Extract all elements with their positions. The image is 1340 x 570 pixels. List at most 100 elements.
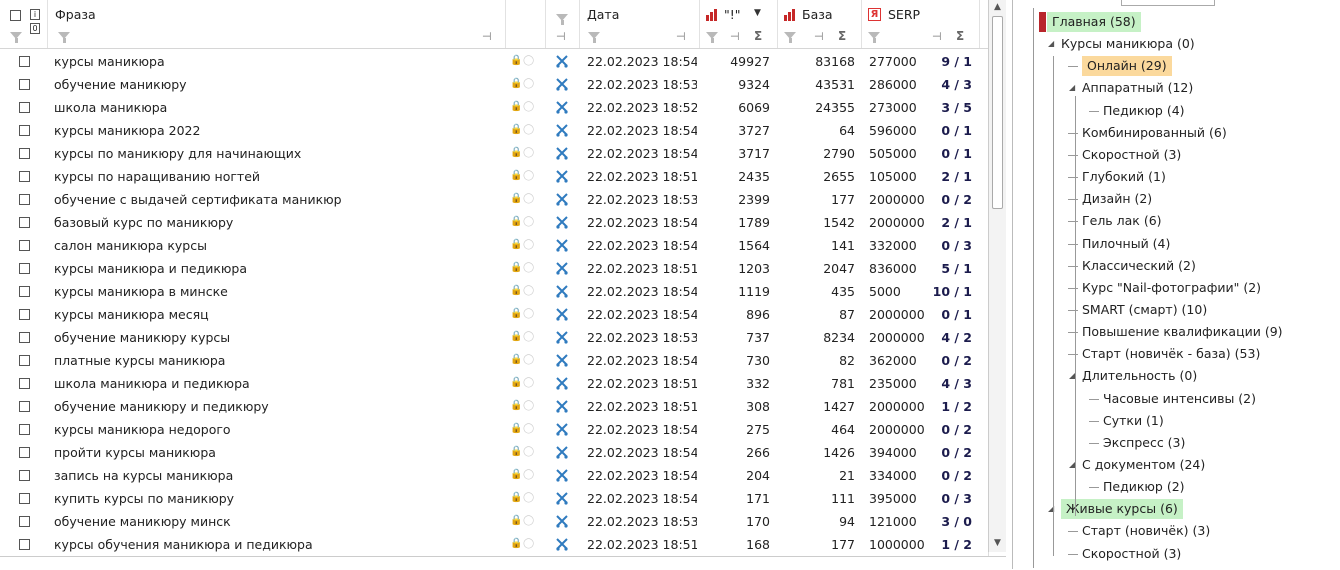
shield-icon[interactable]: ◯: [523, 446, 534, 457]
tree-node[interactable]: С документом (24): [1082, 455, 1205, 475]
row-checkbox[interactable]: [19, 194, 30, 205]
funnel-icon[interactable]: [706, 32, 718, 43]
lock-icon[interactable]: 🔒: [510, 308, 522, 319]
pin-icon[interactable]: ⊣: [556, 30, 566, 43]
sigma-icon[interactable]: Σ: [838, 29, 846, 43]
tree-node[interactable]: Аппаратный (12): [1082, 78, 1193, 98]
info-column-icon[interactable]: i: [30, 9, 40, 20]
funnel-icon[interactable]: [58, 32, 70, 43]
serp-scissors-icon[interactable]: [555, 330, 569, 344]
table-row[interactable]: запись на курсы маникюра 🔒 ◯ 22.02.2023 18:…: [0, 464, 988, 487]
row-checkbox[interactable]: [19, 401, 30, 412]
lock-icon[interactable]: 🔒: [510, 193, 522, 204]
table-row[interactable]: обучение с выдачей сертификата маникюр 🔒 ◯…: [0, 188, 988, 211]
lock-icon[interactable]: 🔒: [510, 492, 522, 503]
table-row[interactable]: базовый курс по маникюру 🔒 ◯ 22.02.2023 18:…: [0, 211, 988, 234]
shield-icon[interactable]: ◯: [523, 400, 534, 411]
shield-icon[interactable]: ◯: [523, 147, 534, 158]
serp-scissors-icon[interactable]: [555, 445, 569, 459]
pin-icon[interactable]: ⊣: [730, 30, 740, 43]
row-checkbox[interactable]: [19, 217, 30, 228]
row-checkbox[interactable]: [19, 447, 30, 458]
serp-scissors-icon[interactable]: [555, 192, 569, 206]
lock-icon[interactable]: 🔒: [510, 400, 522, 411]
table-row[interactable]: школа маникюра и педикюра 🔒 ◯ 22.02.2023 18…: [0, 372, 988, 395]
funnel-icon[interactable]: [588, 32, 600, 43]
expand-arrow-icon[interactable]: ◢: [1048, 39, 1054, 48]
tree-node[interactable]: Сутки (1): [1103, 411, 1164, 431]
row-checkbox[interactable]: [19, 378, 30, 389]
funnel-icon[interactable]: [868, 32, 880, 43]
tree-node[interactable]: Курс "Nail-фотографии" (2): [1082, 278, 1261, 298]
table-row[interactable]: школа маникюра 🔒◯ 22.02.2023 18:52:47 6069 2…: [0, 96, 988, 119]
tree-node[interactable]: Глубокий (1): [1082, 167, 1166, 187]
serp-scissors-icon[interactable]: [555, 146, 569, 160]
shield-icon[interactable]: ◯: [523, 469, 534, 480]
pin-icon[interactable]: ⊣: [932, 30, 942, 43]
table-row[interactable]: обучение маникюру 🔒◯ 22.02.2023 18:53:28 93…: [0, 73, 988, 96]
shield-icon[interactable]: ◯: [523, 78, 534, 89]
row-checkbox[interactable]: [19, 493, 30, 504]
exclam-column-header[interactable]: "!" ▼ ⊣ Σ: [700, 0, 778, 48]
sigma-icon[interactable]: Σ: [754, 29, 762, 43]
funnel-icon[interactable]: [10, 32, 22, 43]
table-row[interactable]: обучение маникюру курсы 🔒 ◯ 22.02.2023 18:5…: [0, 326, 988, 349]
table-row[interactable]: курсы по наращиванию ногтей 🔒 ◯ 22.02.2023 …: [0, 165, 988, 188]
tree-node[interactable]: Живые курсы (6): [1061, 499, 1183, 520]
tree-node[interactable]: Гель лак (6): [1082, 211, 1162, 231]
serp-scissors-icon[interactable]: [555, 169, 569, 183]
serp-column-header[interactable]: Я SERP ⊣ Σ: [862, 0, 980, 48]
lock-icon[interactable]: 🔒: [510, 239, 522, 250]
expand-arrow-icon[interactable]: ◢: [1069, 83, 1075, 92]
table-row[interactable]: курсы по маникюру для начинающих 🔒 ◯ 22.02.…: [0, 142, 988, 165]
table-row[interactable]: обучение маникюру и педикюру 🔒 ◯ 22.02.2023…: [0, 395, 988, 418]
lock-icon[interactable]: 🔒: [510, 538, 522, 549]
serp-scissors-icon[interactable]: [555, 261, 569, 275]
scroll-up-icon[interactable]: ▲: [992, 2, 1003, 13]
serp-scissors-icon[interactable]: [555, 491, 569, 505]
table-row[interactable]: салон маникюра курсы 🔒◯ 22.02.2023 18:54:2…: [0, 234, 988, 257]
serp-scissors-icon[interactable]: [555, 514, 569, 528]
row-checkbox[interactable]: [19, 56, 30, 67]
row-checkbox[interactable]: [19, 516, 30, 527]
shield-icon[interactable]: ◯: [523, 124, 534, 135]
tree-node[interactable]: Дизайн (2): [1082, 189, 1152, 209]
funnel-icon[interactable]: [556, 14, 568, 25]
serp-scissors-icon[interactable]: [555, 307, 569, 321]
shield-icon[interactable]: ◯: [523, 308, 534, 319]
zero-column-icon[interactable]: 0: [30, 23, 40, 34]
table-row[interactable]: курсы маникюра месяц 🔒◯ 22.02.2023 18:54:2…: [0, 303, 988, 326]
lock-icon[interactable]: 🔒: [510, 170, 522, 181]
shield-icon[interactable]: ◯: [523, 538, 534, 549]
lock-icon[interactable]: 🔒: [510, 55, 522, 66]
select-all-checkbox[interactable]: [10, 10, 21, 21]
lock-icon[interactable]: 🔒: [510, 515, 522, 526]
row-checkbox[interactable]: [19, 240, 30, 251]
shield-icon[interactable]: ◯: [523, 216, 534, 227]
table-row[interactable]: курсы маникюра 🔒◯ 22.02.2023 18:54:23 49927…: [0, 50, 988, 73]
sort-desc-icon[interactable]: ▼: [754, 8, 761, 18]
table-row[interactable]: курсы маникюра 2022 🔒◯ 22.02.2023 18:54:23…: [0, 119, 988, 142]
serp-scissors-icon[interactable]: [555, 468, 569, 482]
sigma-icon[interactable]: Σ: [956, 29, 964, 43]
row-checkbox[interactable]: [19, 79, 30, 90]
lock-icon[interactable]: 🔒: [510, 377, 522, 388]
tree-search-input[interactable]: [1121, 0, 1215, 6]
tree-node[interactable]: Классический (2): [1082, 256, 1196, 276]
serp-scissors-icon[interactable]: [555, 376, 569, 390]
lock-icon[interactable]: 🔒: [510, 124, 522, 135]
table-row[interactable]: купить курсы по маникюру 🔒 ◯ 22.02.2023 18:…: [0, 487, 988, 510]
shield-icon[interactable]: ◯: [523, 193, 534, 204]
tree-node[interactable]: Скоростной (3): [1082, 544, 1181, 564]
table-row[interactable]: обучение маникюру минск 🔒 ◯ 22.02.2023 18:5…: [0, 510, 988, 533]
serp-scissors-icon[interactable]: [555, 215, 569, 229]
row-checkbox[interactable]: [19, 539, 30, 550]
lock-icon[interactable]: 🔒: [510, 101, 522, 112]
serp-scissors-icon[interactable]: [555, 123, 569, 137]
tree-node[interactable]: Старт (новичёк - база) (53): [1082, 344, 1260, 364]
serp-scissors-icon[interactable]: [555, 54, 569, 68]
row-checkbox[interactable]: [19, 470, 30, 481]
shield-icon[interactable]: ◯: [523, 55, 534, 66]
tree-node[interactable]: Главная (58): [1047, 12, 1141, 32]
shield-icon[interactable]: ◯: [523, 285, 534, 296]
